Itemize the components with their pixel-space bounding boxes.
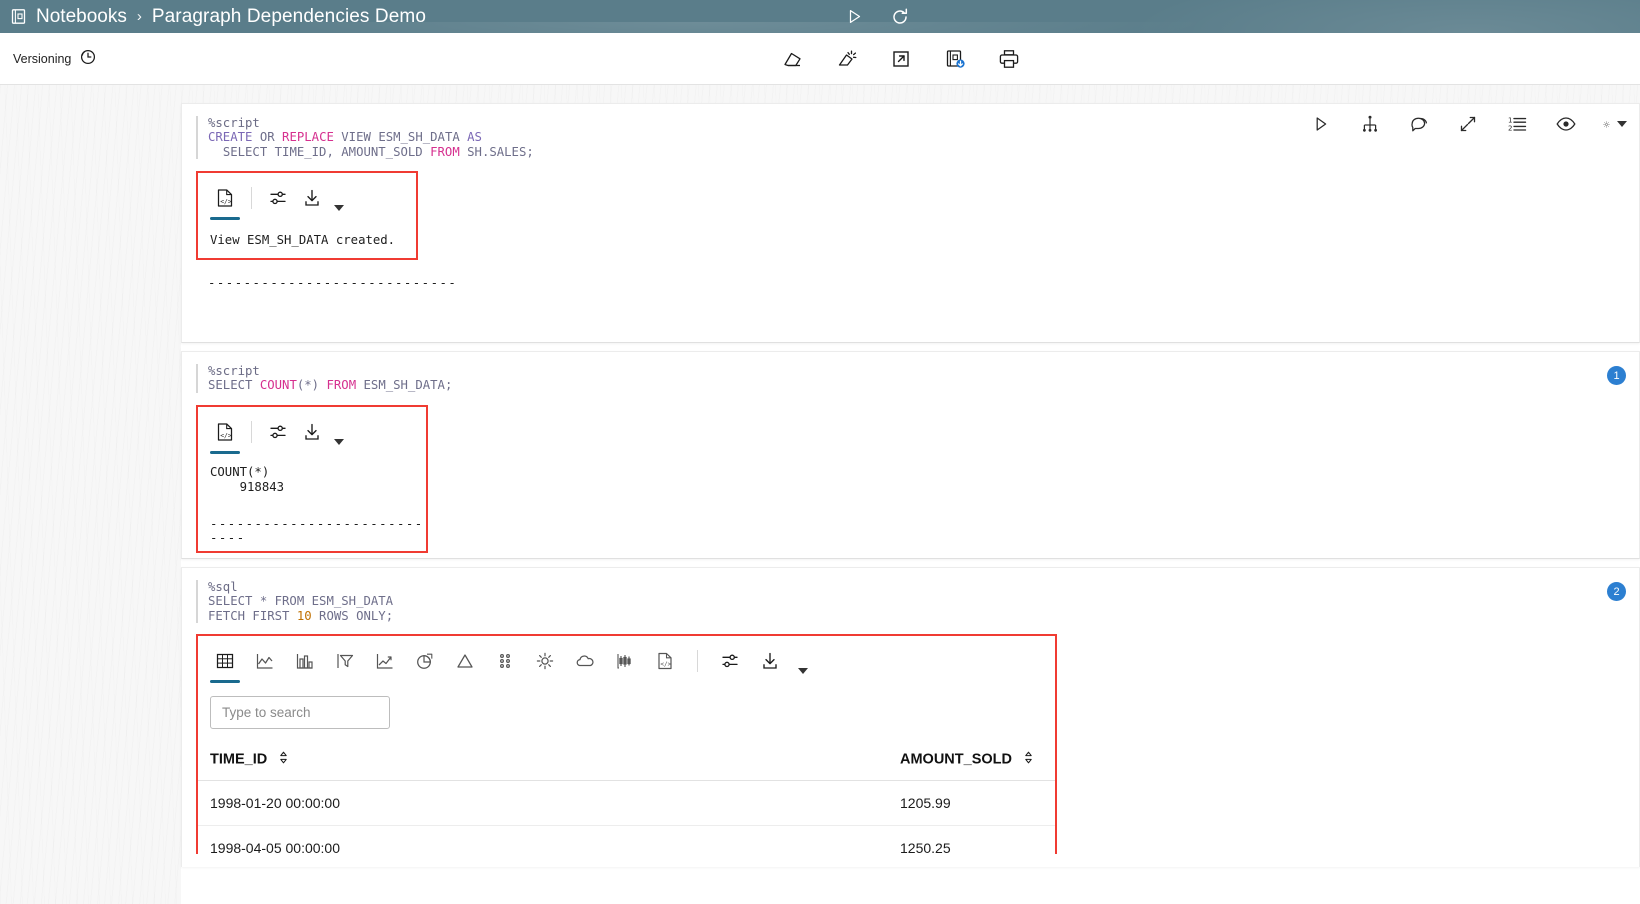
viz-table-tab[interactable] (208, 644, 242, 684)
run-all-icon[interactable] (845, 7, 864, 26)
toolbar-divider (251, 420, 252, 443)
svg-text:</>: </> (220, 198, 232, 206)
result-download-icon[interactable] (295, 181, 329, 215)
viz-area-tab[interactable] (248, 644, 282, 678)
clock-history-icon[interactable] (78, 47, 97, 71)
column-label: TIME_ID (210, 751, 268, 768)
viz-line-trend-tab[interactable] (368, 644, 402, 678)
cell-amount-sold: 1205.99 (888, 780, 1055, 827)
paragraph-2-editor[interactable]: %script SELECT COUNT(*) FROM ESM_SH_DATA… (182, 352, 1639, 553)
breadcrumb-separator: › (136, 8, 142, 25)
paragraph-3-code[interactable]: %sql SELECT * FROM ESM_SH_DATA FETCH FIR… (196, 580, 1625, 624)
paragraph-2[interactable]: 1 %script SELECT COUNT(*) FROM ESM_SH_DA… (181, 351, 1640, 559)
table-header-row: TIME_ID AMOUNT_SOLD (198, 743, 1055, 782)
column-label: AMOUNT_SOLD (900, 751, 1012, 768)
header-actions (845, 0, 910, 33)
clear-results-icon[interactable] (780, 46, 806, 72)
table-row[interactable]: 1998-04-05 00:00:00 1250.25 (198, 825, 1055, 855)
viz-pie-tab[interactable] (408, 644, 442, 678)
paragraph-1-result-toolbar: </> (198, 173, 416, 221)
result-download-icon[interactable] (753, 644, 787, 678)
viz-funnel-tab[interactable] (328, 644, 362, 678)
versioning-label: Versioning (13, 51, 72, 66)
paragraph-1-trailing-dashes: ---------------------------- (208, 276, 458, 291)
search-input[interactable] (220, 704, 380, 722)
cell-time-id: 1998-01-20 00:00:00 (198, 780, 888, 827)
table-search[interactable] (210, 696, 390, 730)
external-link-icon[interactable] (888, 46, 914, 72)
versioning-control[interactable]: Versioning (0, 47, 97, 71)
paragraph-1-interpreter: %script (208, 116, 260, 130)
column-header-amount-sold[interactable]: AMOUNT_SOLD (888, 743, 1055, 782)
cell-amount-sold: 1250.25 (888, 825, 1055, 855)
viz-bar-tab[interactable] (288, 644, 322, 678)
paragraph-1-editor[interactable]: %script CREATE OR REPLACE VIEW ESM_SH_DA… (182, 104, 1639, 304)
viz-sunburst-tab[interactable] (528, 644, 562, 678)
save-notebook-icon[interactable] (942, 46, 968, 72)
result-settings-icon[interactable] (261, 415, 295, 449)
result-download-icon[interactable] (295, 415, 329, 449)
paragraph-1[interactable]: 12 %script CREATE OR REPLACE VIEW ESM_SH… (181, 103, 1640, 343)
notebook-sheet: 12 %script CREATE OR REPLACE VIEW ESM_SH… (181, 103, 1640, 904)
paragraph-1-result-box: </> View ESM_SH_DATA created. (196, 171, 418, 261)
paragraph-2-result-toolbar: </> (198, 407, 426, 454)
notebook-toolbar: Versioning (0, 33, 1640, 85)
notebook-app: Notebooks › Paragraph Dependencies Demo … (0, 0, 1640, 904)
paragraph-3[interactable]: 2 %sql SELECT * FROM ESM_SH_DATA FETCH F… (181, 567, 1640, 867)
download-caret-icon[interactable] (798, 668, 808, 675)
result-raw-tab[interactable]: </> (208, 181, 242, 221)
paragraph-2-code[interactable]: %script SELECT COUNT(*) FROM ESM_SH_DATA… (196, 364, 1625, 393)
download-caret-icon[interactable] (334, 205, 344, 212)
cell-time-id: 1998-04-05 00:00:00 (198, 825, 888, 855)
toolbar-divider (251, 187, 252, 210)
result-settings-icon[interactable] (713, 644, 747, 678)
paragraph-1-code[interactable]: %script CREATE OR REPLACE VIEW ESM_SH_DA… (196, 116, 1625, 160)
toolbar-divider (697, 650, 698, 673)
toolbar-actions (780, 33, 1022, 85)
paragraph-3-viz-toolbar: </> (198, 636, 1055, 684)
page-title: Paragraph Dependencies Demo (151, 5, 426, 27)
viz-cloud-tab[interactable] (568, 644, 602, 678)
paragraph-2-output: COUNT(*) 918843 (210, 464, 285, 495)
app-header: Notebooks › Paragraph Dependencies Demo (0, 0, 1640, 33)
paragraph-2-trailing-dashes: ---------------------------- (210, 516, 424, 545)
paragraph-1-output: View ESM_SH_DATA created. (210, 233, 396, 248)
viz-pyramid-tab[interactable] (448, 644, 482, 678)
paragraph-2-interpreter: %script (208, 364, 260, 378)
notebook-icon (10, 8, 27, 25)
download-caret-icon[interactable] (334, 438, 344, 445)
refresh-icon[interactable] (890, 7, 910, 27)
clear-all-output-icon[interactable] (834, 46, 860, 72)
result-settings-icon[interactable] (261, 181, 295, 215)
viz-raw-tab[interactable]: </> (648, 644, 682, 678)
viz-candlestick-tab[interactable] (608, 644, 642, 678)
table-row[interactable]: 1998-01-20 00:00:00 1205.99 (198, 780, 1055, 827)
paragraph-3-interpreter: %sql (208, 580, 238, 594)
print-icon[interactable] (996, 46, 1022, 72)
result-raw-tab[interactable]: </> (208, 415, 242, 454)
sort-icon[interactable] (278, 751, 289, 768)
result-table: TIME_ID AMOUNT_SOLD 1998-01-20 00:00:00 … (198, 743, 1055, 855)
paragraph-2-result-box: </> COUNT(*) 918843 --------------------… (196, 404, 428, 553)
viz-scatter-dots-tab[interactable] (488, 644, 522, 678)
breadcrumb: Notebooks › Paragraph Dependencies Demo (0, 6, 426, 28)
column-header-time-id[interactable]: TIME_ID (198, 743, 888, 782)
svg-text:</>: </> (660, 661, 671, 668)
paragraph-3-editor[interactable]: %sql SELECT * FROM ESM_SH_DATA FETCH FIR… (182, 568, 1639, 855)
paragraph-3-result-box: </> Type to search TIME_ID AMOUNT_SOLD 1… (196, 634, 1057, 855)
svg-text:</>: </> (220, 431, 232, 439)
breadcrumb-notebooks[interactable]: Notebooks (36, 6, 127, 28)
notebook-canvas: 12 %script CREATE OR REPLACE VIEW ESM_SH… (0, 85, 1640, 904)
sort-icon[interactable] (1023, 751, 1034, 768)
